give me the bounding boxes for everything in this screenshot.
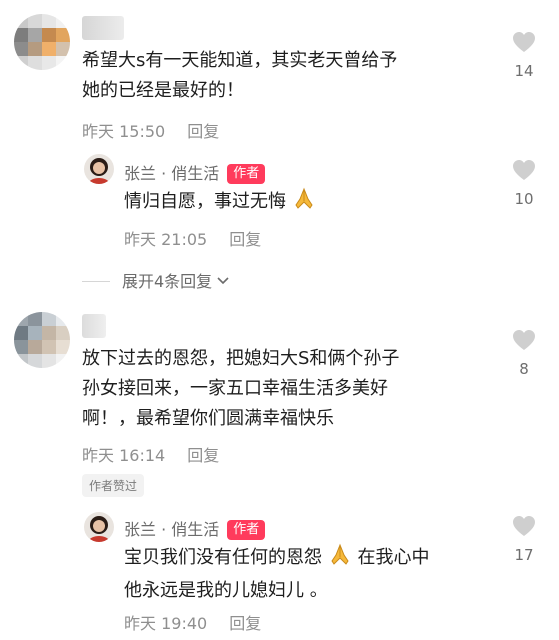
reply-text: 他永远是我的儿媳妇儿 。 [124, 580, 328, 601]
author-tag: 作者 [227, 520, 266, 540]
author-name[interactable]: 张兰 · 俏生活 [124, 164, 219, 183]
comment-date: 昨天 16:14 [82, 446, 166, 465]
like-count: 14 [514, 62, 534, 80]
commenter-name-blurred[interactable] [82, 314, 106, 338]
comment-text: 希望大s有一天能知道，其实老天曾给予 [82, 50, 398, 71]
heart-outline-icon [513, 516, 535, 536]
like-button[interactable]: 14 [504, 30, 544, 80]
folded-hands-emoji [292, 186, 316, 220]
author-liked-badge: 作者赞过 [82, 474, 145, 497]
reply-button[interactable]: 回复 [229, 230, 261, 249]
heart-outline-icon [513, 160, 535, 180]
like-count: 10 [514, 190, 534, 208]
comment-text: 啊！，最希望你们圆满幸福快乐 [82, 408, 334, 429]
heart-outline-icon [513, 32, 535, 52]
like-count: 17 [514, 546, 534, 564]
author-tag: 作者 [227, 164, 266, 184]
heart-outline-icon [513, 330, 535, 350]
chevron-down-icon [217, 277, 229, 285]
reply-button[interactable]: 回复 [187, 122, 219, 141]
reply-text: 宝贝我们没有任何的恩怨 [124, 547, 322, 568]
reply-text: 在我心中 [357, 547, 430, 568]
like-button[interactable]: 10 [504, 158, 544, 208]
comment-text: 她的已经是最好的！ [82, 80, 244, 101]
author-avatar[interactable] [84, 512, 114, 542]
author-name[interactable]: 张兰 · 俏生活 [124, 520, 219, 539]
commenter-avatar[interactable] [14, 312, 70, 368]
commenter-name-blurred[interactable] [82, 16, 124, 40]
reply-button[interactable]: 回复 [187, 446, 219, 465]
expand-replies-button[interactable]: 展开4条回复 [82, 268, 230, 292]
reply-date: 昨天 19:40 [124, 614, 208, 633]
comment-text: 放下过去的恩怨，把媳妇大S和俩个孙子 [82, 348, 400, 369]
commenter-avatar[interactable] [14, 14, 70, 70]
author-avatar[interactable] [84, 154, 114, 184]
reply-date: 昨天 21:05 [124, 230, 208, 249]
comment-date: 昨天 15:50 [82, 122, 166, 141]
like-button[interactable]: 8 [504, 328, 544, 378]
reply-text: 情归自愿，事过无悔 [124, 191, 286, 212]
folded-hands-emoji [328, 542, 352, 576]
like-button[interactable]: 17 [504, 514, 544, 564]
expand-replies-label: 展开4条回复 [122, 272, 213, 291]
reply-button[interactable]: 回复 [229, 614, 261, 633]
like-count: 8 [519, 360, 529, 378]
divider [82, 281, 110, 282]
comment-text: 孙女接回来，一家五口幸福生活多美好 [82, 378, 388, 399]
